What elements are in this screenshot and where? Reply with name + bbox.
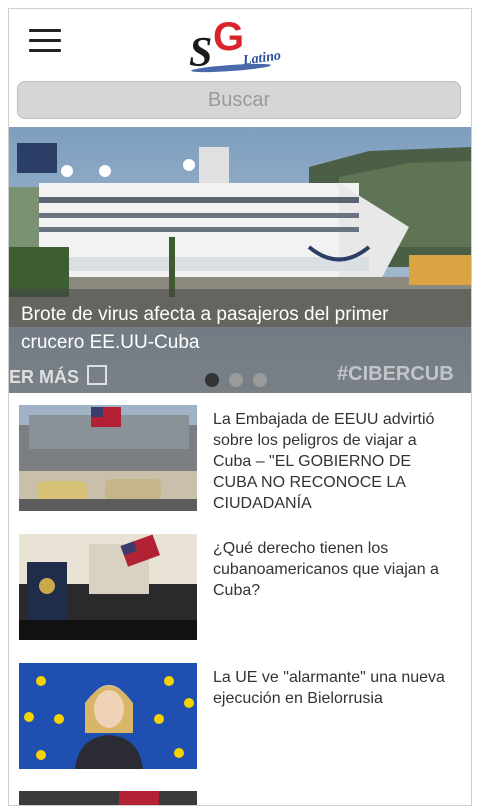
news-thumbnail	[19, 663, 197, 769]
hero-carousel[interactable]: Brote de virus afecta a pasajeros del pr…	[9, 127, 471, 393]
news-item[interactable]: ¿Qué derecho tienen los cubanoamericanos…	[19, 534, 459, 644]
cibercuba-watermark: #CIBERCUB	[337, 363, 454, 385]
carousel-indicators	[205, 373, 267, 387]
news-thumbnail	[19, 405, 197, 511]
news-item[interactable]: La UE ve "alarmante" una nueva ejecución…	[19, 663, 459, 773]
sg-latino-logo[interactable]: S G Latino	[187, 15, 297, 77]
search-bar	[17, 81, 463, 121]
hamburger-menu-icon[interactable]	[29, 29, 61, 57]
ver-mas-link[interactable]: ER MÁS	[9, 365, 108, 388]
app-header: S G Latino	[9, 9, 471, 81]
news-thumbnail	[19, 791, 197, 805]
carousel-dot-2[interactable]	[229, 373, 243, 387]
news-title[interactable]: La Embajada de EEUU advirtió sobre los p…	[213, 409, 459, 511]
external-link-icon	[87, 365, 108, 385]
news-thumbnail	[19, 534, 197, 640]
news-item[interactable]: La Embajada de EEUU advirtió sobre los p…	[19, 405, 459, 515]
news-title[interactable]: La UE ve "alarmante" una nueva ejecución…	[213, 667, 459, 709]
news-item[interactable]	[19, 791, 459, 805]
hero-title[interactable]: Brote de virus afecta a pasajeros del pr…	[21, 301, 451, 357]
carousel-dot-3[interactable]	[253, 373, 267, 387]
carousel-dot-1[interactable]	[205, 373, 219, 387]
news-title[interactable]: ¿Qué derecho tienen los cubanoamericanos…	[213, 538, 459, 601]
search-input[interactable]	[17, 81, 461, 119]
app-frame: S G Latino Buscar Brote de virus afecta …	[8, 8, 472, 806]
ver-mas-label: ER MÁS	[9, 367, 80, 387]
